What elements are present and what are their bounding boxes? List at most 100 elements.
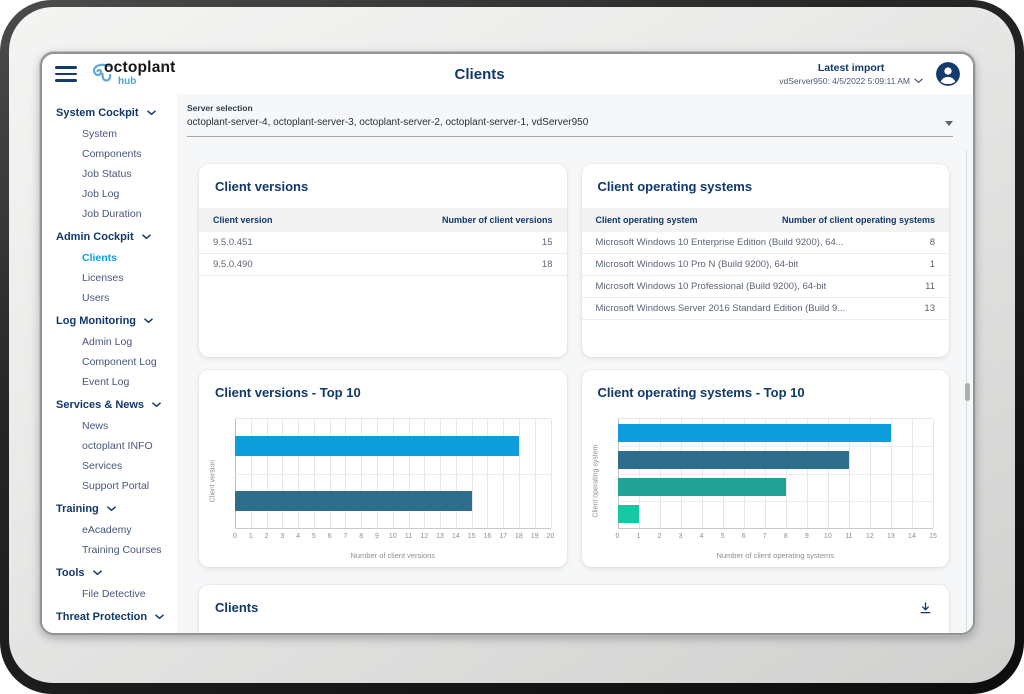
sidebar-item-event-log[interactable]: Event Log — [42, 372, 177, 392]
sidebar-item-job-status[interactable]: Job Status — [42, 164, 177, 184]
sidebar-section-label: Services & News — [56, 399, 144, 411]
cell-value: 13 — [924, 303, 935, 314]
download-icon — [918, 601, 933, 616]
tick-label: 4 — [700, 533, 704, 540]
tick-label: 9 — [805, 533, 809, 540]
tick-label: 2 — [658, 533, 662, 540]
tick-label: 20 — [547, 533, 555, 540]
app-header: octoplant hub Clients Latest import vdSe… — [42, 54, 973, 94]
column-header-client-operating-system: Client operating system — [596, 215, 698, 225]
tick-label: 12 — [420, 533, 428, 540]
latest-import-label: Latest import — [818, 62, 885, 74]
tick-label: 1 — [637, 533, 641, 540]
sidebar-section-admin-cockpit[interactable]: Admin Cockpit — [42, 224, 177, 248]
gridline — [551, 419, 552, 528]
chevron-down-icon — [914, 78, 923, 84]
tick-label: 0 — [616, 533, 620, 540]
sidebar-section-label: Log Monitoring — [56, 315, 136, 327]
sidebar-section-services-news[interactable]: Services & News — [42, 392, 177, 416]
cell-value: 1 — [930, 259, 935, 270]
app-window: octoplant hub Clients Latest import vdSe… — [40, 52, 975, 635]
tick-label: 5 — [721, 533, 725, 540]
table-body: Microsoft Windows 10 Enterprise Edition … — [582, 232, 950, 320]
chevron-down-icon — [152, 402, 161, 408]
sidebar-item-services[interactable]: Services — [42, 456, 177, 476]
tick-label: 10 — [389, 533, 397, 540]
tick-label: 17 — [499, 533, 507, 540]
tick-label: 11 — [405, 533, 412, 540]
sidebar: System Cockpit SystemComponentsJob Status… — [42, 94, 177, 633]
tick-label: 8 — [359, 533, 363, 540]
download-button[interactable] — [918, 601, 933, 616]
sidebar-item-users[interactable]: Users — [42, 288, 177, 308]
header-right: Latest import vdServer950: 4/5/2022 5:09… — [779, 61, 961, 87]
menu-icon[interactable] — [55, 66, 77, 82]
bar-9-5-0-451 — [235, 491, 472, 511]
tick-label: 13 — [887, 533, 895, 540]
sidebar-section-threat-protection[interactable]: Threat Protection — [42, 604, 177, 628]
card-chart-client-operating-systems: Client operating systems - Top 10 Client… — [582, 370, 950, 567]
sidebar-section-log-monitoring[interactable]: Log Monitoring — [42, 308, 177, 332]
server-selection-label: Server selection — [187, 103, 953, 114]
page-title: Clients — [455, 66, 505, 83]
sidebar-section-system-cockpit[interactable]: System Cockpit — [42, 100, 177, 124]
table-row: Microsoft Windows 10 Pro N (Build 9200),… — [582, 254, 950, 276]
sidebar-item-components[interactable]: Components — [42, 144, 177, 164]
cell-label: Microsoft Windows Server 2016 Standard E… — [596, 303, 846, 314]
tick-label: 12 — [866, 533, 874, 540]
latest-import-dropdown[interactable]: Latest import vdServer950: 4/5/2022 5:09… — [779, 62, 923, 86]
tick-label: 3 — [280, 533, 284, 540]
sidebar-item-asset-inventory-service[interactable]: Asset Inventory Service — [42, 628, 177, 633]
bar-microsoft-windows-server-2016-standard-edition-b — [618, 424, 891, 442]
server-selection[interactable]: Server selection octoplant-server-4, oct… — [187, 103, 953, 137]
tick-label: 13 — [436, 533, 444, 540]
tick-label: 7 — [763, 533, 767, 540]
gridline — [235, 474, 551, 475]
sidebar-item-job-duration[interactable]: Job Duration — [42, 204, 177, 224]
sidebar-item-training-courses[interactable]: Training Courses — [42, 540, 177, 560]
sidebar-item-clients[interactable]: Clients — [42, 248, 177, 268]
sidebar-section-label: Training — [56, 503, 99, 515]
cell-label: Microsoft Windows 10 Professional (Build… — [596, 281, 827, 292]
card-title: Client operating systems — [582, 164, 950, 208]
sidebar-section-label: Admin Cockpit — [56, 231, 134, 243]
gridline — [618, 474, 934, 475]
bar-microsoft-windows-10-pro-n-build-9200-64-bit — [618, 505, 639, 523]
tick-label: 10 — [824, 533, 832, 540]
chart-plot-area — [618, 418, 934, 529]
chevron-down-icon — [144, 318, 153, 324]
sidebar-section-training[interactable]: Training — [42, 496, 177, 520]
sidebar-item-system[interactable]: System — [42, 124, 177, 144]
sidebar-item-file-detective[interactable]: File Detective — [42, 584, 177, 604]
sidebar-item-admin-log[interactable]: Admin Log — [42, 332, 177, 352]
scrollbar-thumb[interactable] — [965, 383, 970, 401]
latest-import-value: vdServer950: 4/5/2022 5:09:11 AM — [779, 76, 910, 86]
client-versions-chart: Client version01234567891011121314151617… — [199, 414, 567, 567]
tick-label: 5 — [312, 533, 316, 540]
sidebar-item-licenses[interactable]: Licenses — [42, 268, 177, 288]
cell-label: Microsoft Windows 10 Enterprise Edition … — [596, 237, 844, 248]
x-axis-ticks: 0123456789101112131415 — [618, 533, 934, 543]
logo-sub: hub — [118, 76, 136, 87]
card-client-operating-systems: Client operating systems Client operatin… — [582, 164, 950, 357]
app-body: System Cockpit SystemComponentsJob Status… — [42, 94, 973, 633]
sidebar-item-job-log[interactable]: Job Log — [42, 184, 177, 204]
table-header: Client version Number of client versions — [199, 208, 567, 232]
tick-label: 8 — [784, 533, 788, 540]
user-avatar-icon[interactable] — [935, 61, 961, 87]
sidebar-item-eacademy[interactable]: eAcademy — [42, 520, 177, 540]
tick-label: 4 — [296, 533, 300, 540]
card-title: Client operating systems - Top 10 — [582, 370, 950, 414]
chevron-down-icon — [147, 110, 156, 116]
table-row: Microsoft Windows 10 Professional (Build… — [582, 276, 950, 298]
cell-label: 9.5.0.490 — [213, 259, 253, 270]
sidebar-item-news[interactable]: News — [42, 416, 177, 436]
sidebar-item-component-log[interactable]: Component Log — [42, 352, 177, 372]
tick-label: 9 — [375, 533, 379, 540]
bar-9-5-0-490 — [235, 436, 519, 456]
sidebar-section-label: System Cockpit — [56, 107, 139, 119]
sidebar-item-octoplant-info[interactable]: octoplant INFO — [42, 436, 177, 456]
sidebar-item-support-portal[interactable]: Support Portal — [42, 476, 177, 496]
sidebar-section-tools[interactable]: Tools — [42, 560, 177, 584]
card-chart-client-versions: Client versions - Top 10 Client version0… — [199, 370, 567, 567]
